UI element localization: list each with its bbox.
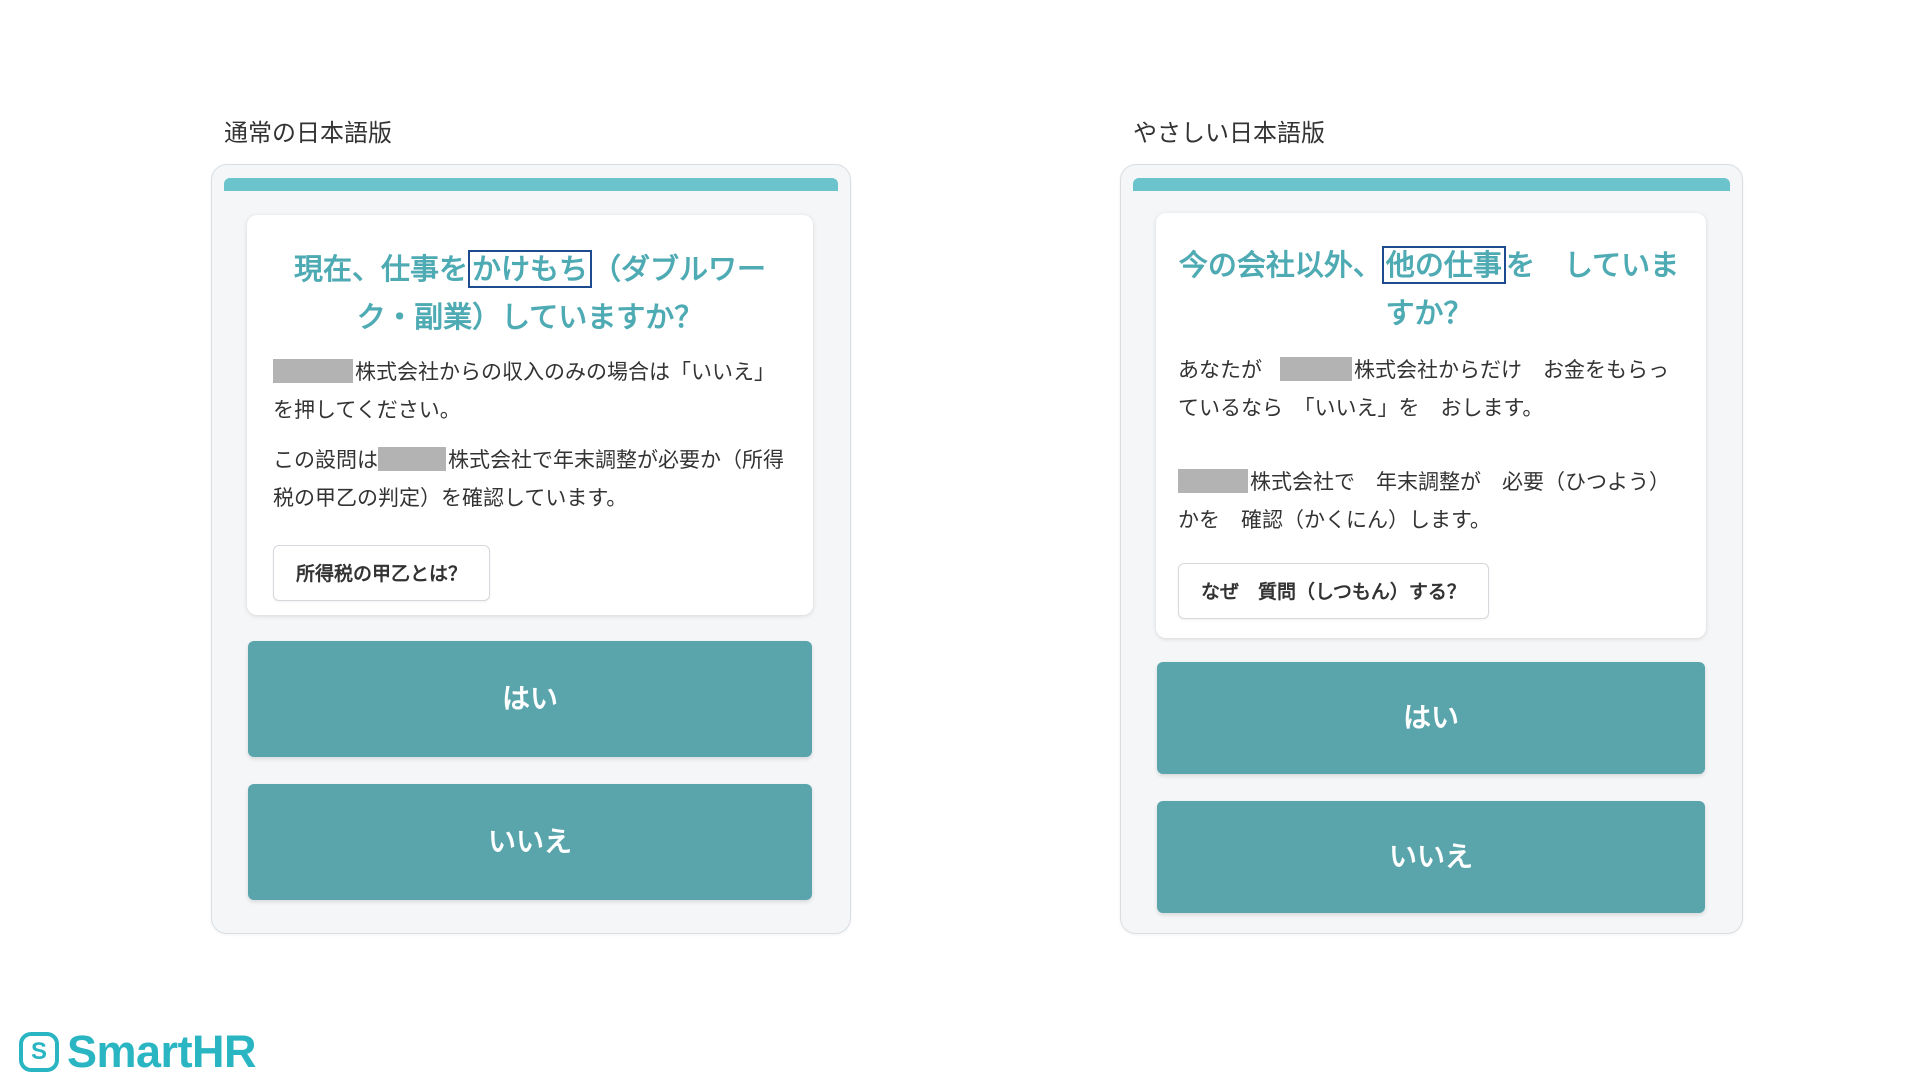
highlighted-term: 他の仕事 bbox=[1381, 246, 1506, 284]
question-text-pre: 現在、仕事を bbox=[293, 252, 468, 286]
no-button[interactable]: いいえ bbox=[248, 784, 812, 900]
redacted-company-name bbox=[1178, 469, 1248, 493]
redacted-company-name bbox=[378, 447, 446, 471]
phone-standard: 現在、仕事を かけもち （ダブルワーク・副業）していますか？ 株式会社からの収入のみ… bbox=[211, 164, 851, 934]
why-ask-button[interactable]: なぜ 質問（しつもん）する？ bbox=[1178, 563, 1489, 619]
yes-button[interactable]: はい bbox=[1157, 662, 1705, 774]
yes-button[interactable]: はい bbox=[248, 641, 812, 757]
description-purpose-text: 株式会社で 年末調整が 必要（ひつよう）かを 確認（かくにん）します。 bbox=[1178, 470, 1670, 532]
question-title: 現在、仕事を かけもち （ダブルワーク・副業）していますか？ bbox=[273, 245, 787, 341]
phone-easy: 今の会社以外、 他の仕事を していますか？ あなたが 株式会社からだけ お金をもらっ… bbox=[1120, 164, 1743, 934]
caption-easy: やさしい日本語版 bbox=[1133, 119, 1325, 147]
description-purpose-pre: この設問は bbox=[273, 448, 378, 472]
highlighted-term: かけもち bbox=[467, 250, 592, 288]
redacted-company-name bbox=[273, 359, 353, 383]
smarthr-logo: S SmartHR bbox=[19, 1026, 257, 1077]
question-title: 今の会社以外、 他の仕事を していますか？ bbox=[1178, 241, 1680, 337]
description-income: あなたが 株式会社からだけ お金をもらっているなら 「いいえ」を おします。 bbox=[1178, 351, 1680, 427]
description-income: 株式会社からの収入のみの場合は「いいえ」を押してください。 bbox=[273, 353, 787, 429]
question-card: 現在、仕事を かけもち （ダブルワーク・副業）していますか？ 株式会社からの収入のみ… bbox=[247, 215, 813, 615]
question-card: 今の会社以外、 他の仕事を していますか？ あなたが 株式会社からだけ お金をもらっ… bbox=[1156, 213, 1706, 638]
smarthr-logo-icon: S bbox=[19, 1032, 59, 1072]
description-income-pre: あなたが bbox=[1178, 358, 1262, 382]
description-purpose: この設問は 株式会社で年末調整が必要か（所得税の甲乙の判定）を確認しています。 bbox=[273, 441, 787, 517]
description-purpose: 株式会社で 年末調整が 必要（ひつよう）かを 確認（かくにん）します。 bbox=[1178, 463, 1680, 539]
question-text-pre: 今の会社以外、 bbox=[1178, 248, 1382, 282]
progress-bar bbox=[224, 178, 838, 191]
no-button[interactable]: いいえ bbox=[1157, 801, 1705, 913]
caption-standard: 通常の日本語版 bbox=[224, 119, 392, 147]
tax-category-help-button[interactable]: 所得税の甲乙とは？ bbox=[273, 545, 491, 601]
smarthr-logo-text: SmartHR bbox=[67, 1026, 257, 1077]
redacted-company-name bbox=[1280, 357, 1352, 381]
progress-bar bbox=[1133, 178, 1730, 191]
